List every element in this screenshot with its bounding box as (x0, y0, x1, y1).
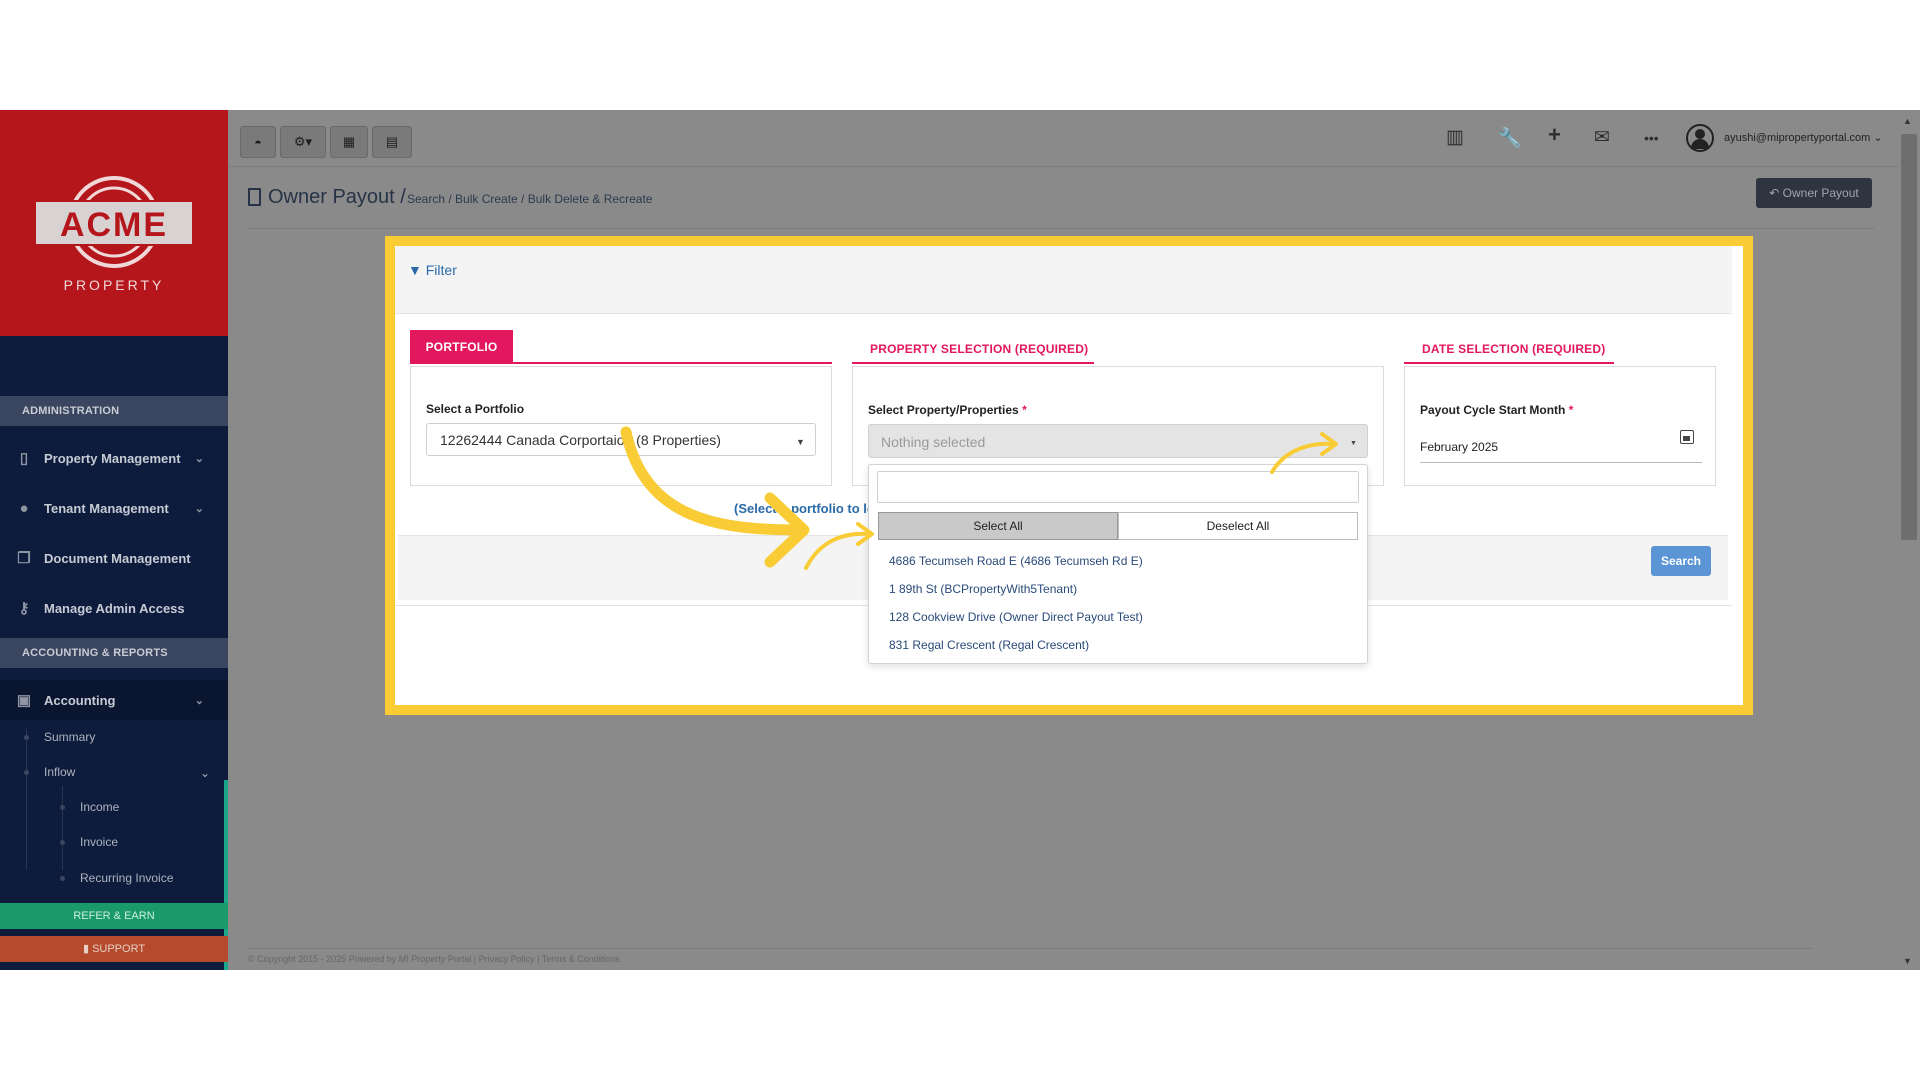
arrow-curve-large (620, 426, 806, 536)
scroll-down-icon[interactable]: ▼ (1903, 956, 1912, 966)
arrow-curve-dropdown (1270, 441, 1336, 474)
footer: © Copyright 2015 - 2025 Powered by MI Pr… (248, 954, 620, 964)
scroll-up-icon[interactable]: ▲ (1903, 116, 1912, 126)
arrow-curve-small (804, 531, 872, 570)
scrollbar-thumb[interactable] (1901, 134, 1917, 540)
app-window: ACME PROPERTY ADMINISTRATION ▯ Property … (0, 110, 1920, 970)
annotation-arrows (620, 426, 1338, 570)
